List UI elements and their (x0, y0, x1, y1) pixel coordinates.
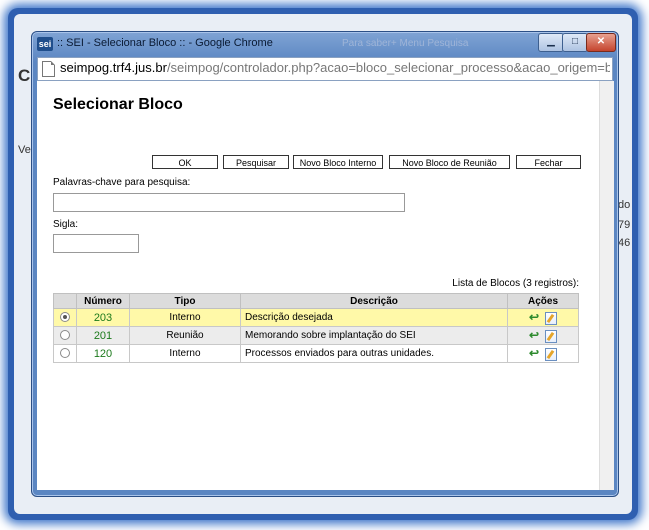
row-numero[interactable]: 120 (76, 344, 130, 363)
row-tipo: Reunião (129, 326, 241, 345)
table-row[interactable]: 120 Interno Processos enviados para outr… (53, 344, 579, 363)
column-header-numero[interactable]: Número (76, 293, 130, 309)
edit-icon[interactable] (545, 347, 558, 361)
row-radio-button[interactable] (60, 330, 70, 341)
select-arrow-icon[interactable]: ↩ (529, 346, 539, 360)
palavras-chave-input[interactable] (53, 193, 405, 212)
table-caption: Lista de Blocos (3 registros): (452, 278, 579, 289)
column-header-tipo[interactable]: Tipo (129, 293, 241, 309)
row-numero[interactable]: 201 (76, 326, 130, 345)
background-text: do (618, 199, 631, 211)
pesquisar-button[interactable]: Pesquisar (223, 155, 289, 169)
background-text: Ve (18, 144, 31, 156)
column-header-acoes: Ações (507, 293, 579, 309)
row-tipo: Interno (129, 344, 241, 363)
row-select-cell[interactable] (53, 344, 77, 363)
row-radio-button[interactable] (60, 312, 70, 323)
row-descricao: Descrição desejada (240, 308, 508, 327)
row-actions: ↩ (507, 308, 579, 327)
row-radio-button[interactable] (60, 348, 70, 359)
table-header-row: Número Tipo Descrição Ações (53, 293, 579, 309)
edit-icon[interactable] (545, 311, 558, 325)
fechar-button[interactable]: Fechar (516, 155, 581, 169)
url-text[interactable]: seimpog.trf4.jus.br/seimpog/controlador.… (60, 60, 610, 75)
column-header-descricao[interactable]: Descrição (240, 293, 508, 309)
sigla-input[interactable] (53, 234, 139, 253)
row-select-cell[interactable] (53, 308, 77, 327)
row-actions: ↩ (507, 326, 579, 345)
page-icon (42, 61, 55, 77)
palavras-chave-label: Palavras-chave para pesquisa: (53, 177, 191, 188)
title-bar[interactable]: sei :: SEI - Selecionar Bloco :: - Googl… (32, 32, 618, 56)
chrome-popup-window: sei :: SEI - Selecionar Bloco :: - Googl… (31, 31, 619, 497)
background-text: 46 (618, 237, 631, 249)
url-host: seimpog.trf4.jus.br (60, 60, 167, 75)
row-numero[interactable]: 203 (76, 308, 130, 327)
select-arrow-icon[interactable]: ↩ (529, 328, 539, 342)
blocos-table: Número Tipo Descrição Ações 203 Interno … (53, 293, 579, 363)
row-select-cell[interactable] (53, 326, 77, 345)
ok-button[interactable]: OK (152, 155, 218, 169)
novo-bloco-interno-button[interactable]: Novo Bloco Interno (293, 155, 383, 169)
minimize-button[interactable]: ▁ (538, 33, 564, 52)
column-header-select (53, 293, 77, 309)
sei-logo-icon: sei (37, 37, 53, 51)
row-tipo: Interno (129, 308, 241, 327)
page-title: Selecionar Bloco (53, 96, 183, 113)
background-text: 79 (618, 219, 631, 231)
background-text: C (18, 66, 31, 85)
row-actions: ↩ (507, 344, 579, 363)
table-row[interactable]: 203 Interno Descrição desejada ↩ (53, 308, 579, 327)
row-descricao: Processos enviados para outras unidades. (240, 344, 508, 363)
address-bar[interactable]: seimpog.trf4.jus.br/seimpog/controlador.… (37, 57, 613, 81)
maximize-button[interactable]: □ (562, 33, 588, 52)
edit-icon[interactable] (545, 329, 558, 343)
background-menu-text: Para saber+ Menu Pesquisa (342, 38, 469, 49)
url-path: /seimpog/controlador.php?acao=bloco_sele… (166, 60, 610, 75)
select-arrow-icon[interactable]: ↩ (529, 310, 539, 324)
close-window-button[interactable]: ✕ (586, 33, 616, 52)
novo-bloco-reuniao-button[interactable]: Novo Bloco de Reunião (389, 155, 510, 169)
sigla-label: Sigla: (53, 219, 79, 230)
row-descricao: Memorando sobre implantação do SEI (240, 326, 508, 345)
window-title: :: SEI - Selecionar Bloco :: - Google Ch… (57, 37, 273, 49)
table-row[interactable]: 201 Reunião Memorando sobre implantação … (53, 326, 579, 345)
page-content: Selecionar Bloco OK Pesquisar Novo Bloco… (37, 81, 599, 490)
vertical-scrollbar[interactable] (599, 81, 614, 490)
